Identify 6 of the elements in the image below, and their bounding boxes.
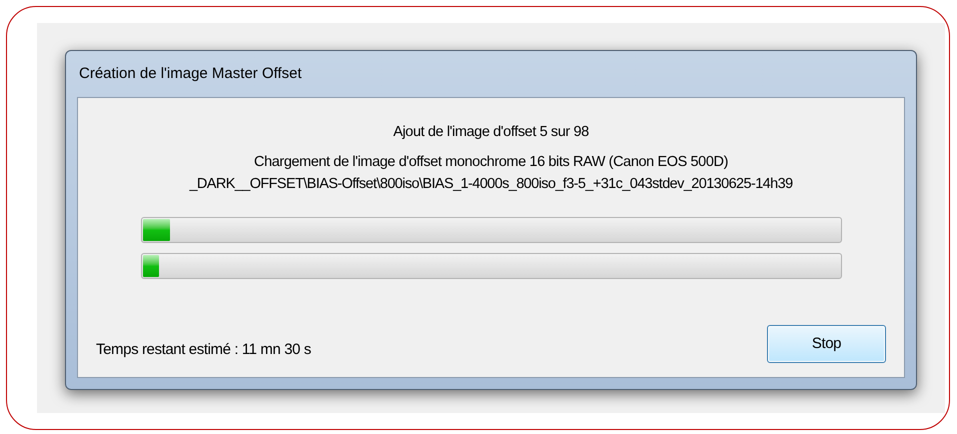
status-text: Ajout de l'image d'offset 5 sur 98 — [393, 123, 589, 142]
file-path-text: _DARK__OFFSET\BIAS-Offset\800iso\BIAS_1-4000s_800iso_f3-5_+31c_043stdev_20130625-14h39 — [189, 174, 793, 194]
window-title: Création de l'image Master Offset — [79, 64, 302, 84]
status-text: Chargement de l'image d'offset monochrome 16 bits RAW (Canon EOS 500D) — [254, 152, 728, 172]
stop-button[interactable]: Stop — [767, 325, 886, 363]
time-remaining-text: Temps restant estimé : 11 mn 30 s — [96, 340, 311, 360]
